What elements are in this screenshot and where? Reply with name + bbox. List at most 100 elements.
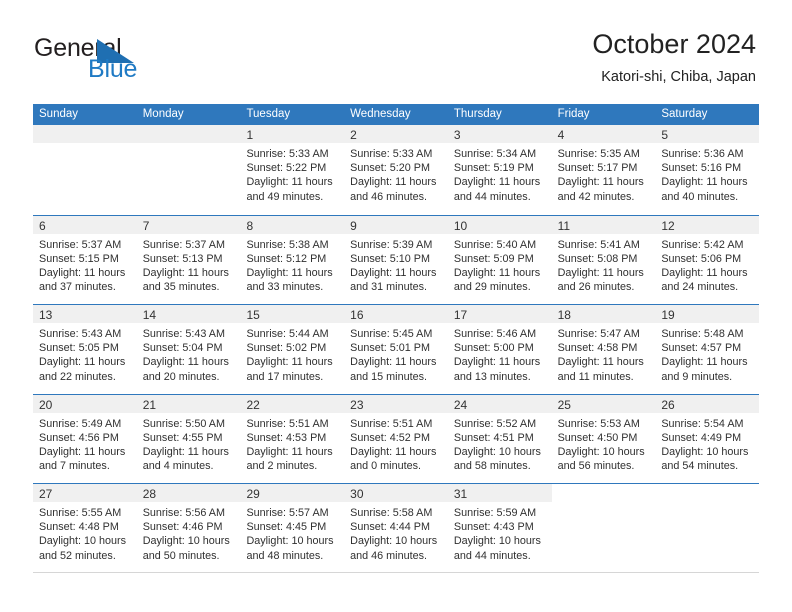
day-number-band: 4 — [551, 125, 656, 143]
sunset-text: Sunset: 4:56 PM — [39, 431, 119, 444]
day-cell[interactable]: 16 Sunrise: 5:45 AM Sunset: 5:01 PM Dayligh… — [344, 305, 448, 394]
sunset-text: Sunset: 5:02 PM — [246, 342, 327, 355]
logo-text-blue: Blue — [88, 55, 138, 83]
daylight-text: Daylight: 10 hours — [142, 535, 230, 548]
day-cell[interactable]: 2 Sunrise: 5:33 AM Sunset: 5:20 PM Daylight… — [344, 125, 448, 215]
daylight-text-cont: and 40 minutes. — [661, 190, 739, 203]
day-cell[interactable]: 24 Sunrise: 5:52 AM Sunset: 4:51 PM Dayligh… — [447, 394, 552, 483]
day-number-band: 10 — [447, 215, 552, 234]
day-cell[interactable]: 25 Sunrise: 5:53 AM Sunset: 4:50 PM Dayligh… — [551, 394, 656, 483]
sunset-text: Sunset: 4:44 PM — [350, 521, 430, 534]
title-block: October 2024 Katori-shi, Chiba, Japan — [592, 28, 756, 86]
day-cell[interactable]: 29 Sunrise: 5:57 AM Sunset: 4:45 PM Dayligh… — [240, 484, 345, 572]
day-details: Sunrise: 5:49 AM Sunset: 4:56 PM Daylight:… — [33, 413, 137, 474]
daylight-text: Daylight: 11 hours — [350, 176, 437, 189]
day-details: Sunrise: 5:58 AM Sunset: 4:44 PM Daylight:… — [344, 502, 448, 563]
day-number: 14 — [142, 308, 157, 322]
sunset-text: Sunset: 4:57 PM — [661, 342, 742, 355]
sunrise-text: Sunrise: 5:52 AM — [453, 417, 537, 430]
day-cell[interactable]: 8 Sunrise: 5:38 AM Sunset: 5:12 PM Daylight… — [240, 215, 345, 304]
daylight-text-cont: and 33 minutes. — [246, 281, 324, 294]
weekday-header-row: Sunday Monday Tuesday Wednesday Thursday… — [33, 104, 759, 125]
day-cell[interactable]: 18 Sunrise: 5:47 AM Sunset: 4:58 PM Dayligh… — [551, 305, 656, 394]
day-cell[interactable]: 1 Sunrise: 5:33 AM Sunset: 5:22 PM Daylight… — [240, 125, 345, 215]
day-cell[interactable]: 5 Sunrise: 5:36 AM Sunset: 5:16 PM Daylight… — [655, 125, 760, 215]
day-number-band: 31 — [447, 484, 552, 502]
day-number-band: 16 — [344, 305, 448, 323]
sunrise-text: Sunrise: 5:39 AM — [350, 238, 433, 251]
day-cell[interactable]: 23 Sunrise: 5:51 AM Sunset: 4:52 PM Dayligh… — [344, 394, 448, 483]
day-number-band: 22 — [240, 394, 345, 413]
day-cell[interactable]: 10 Sunrise: 5:40 AM Sunset: 5:09 PM Dayligh… — [447, 215, 552, 304]
day-number: 19 — [661, 308, 675, 322]
calendar-week-row: 1 Sunrise: 5:33 AM Sunset: 5:22 PM Daylight… — [33, 125, 760, 215]
day-cell-empty — [655, 484, 760, 572]
daylight-text: Daylight: 11 hours — [557, 266, 644, 279]
day-details: Sunrise: 5:33 AM Sunset: 5:20 PM Daylight:… — [344, 143, 448, 204]
sunset-text: Sunset: 5:22 PM — [246, 162, 327, 175]
sunset-text: Sunset: 5:19 PM — [453, 162, 534, 175]
day-cell[interactable]: 19 Sunrise: 5:48 AM Sunset: 4:57 PM Dayligh… — [655, 305, 760, 394]
day-cell[interactable]: 14 Sunrise: 5:43 AM Sunset: 5:04 PM Dayligh… — [136, 305, 241, 394]
daylight-text: Daylight: 10 hours — [453, 535, 541, 548]
daylight-text: Daylight: 11 hours — [246, 176, 333, 189]
sunrise-text: Sunrise: 5:41 AM — [557, 238, 640, 251]
day-cell[interactable]: 27 Sunrise: 5:55 AM Sunset: 4:48 PM Dayligh… — [33, 484, 137, 572]
day-number: 23 — [350, 397, 364, 412]
day-details: Sunrise: 5:59 AM Sunset: 4:43 PM Daylight:… — [448, 502, 552, 563]
day-details: Sunrise: 5:41 AM Sunset: 5:08 PM Daylight:… — [552, 234, 656, 295]
day-cell[interactable]: 26 Sunrise: 5:54 AM Sunset: 4:49 PM Dayligh… — [655, 394, 760, 483]
general-blue-logo[interactable]: General Blue — [34, 34, 204, 84]
sunrise-text: Sunrise: 5:40 AM — [453, 238, 537, 251]
day-cell[interactable]: 11 Sunrise: 5:41 AM Sunset: 5:08 PM Dayligh… — [551, 215, 656, 304]
day-cell[interactable]: 30 Sunrise: 5:58 AM Sunset: 4:44 PM Dayligh… — [344, 484, 448, 572]
calendar-week-row: 13 Sunrise: 5:43 AM Sunset: 5:05 PM Dayligh… — [33, 304, 760, 394]
daylight-text: Daylight: 11 hours — [661, 266, 748, 279]
sunset-text: Sunset: 4:51 PM — [453, 431, 534, 444]
daylight-text-cont: and 42 minutes. — [557, 190, 635, 203]
day-cell[interactable]: 28 Sunrise: 5:56 AM Sunset: 4:46 PM Dayligh… — [136, 484, 241, 572]
day-cell[interactable]: 20 Sunrise: 5:49 AM Sunset: 4:56 PM Dayligh… — [33, 394, 137, 483]
sunrise-text: Sunrise: 5:51 AM — [350, 417, 433, 430]
day-cell[interactable]: 22 Sunrise: 5:51 AM Sunset: 4:53 PM Dayligh… — [240, 394, 345, 483]
sunset-text: Sunset: 5:17 PM — [557, 162, 638, 175]
daylight-text-cont: and 9 minutes. — [661, 370, 733, 383]
day-cell[interactable]: 4 Sunrise: 5:35 AM Sunset: 5:17 PM Daylight… — [551, 125, 656, 215]
day-cell[interactable]: 17 Sunrise: 5:46 AM Sunset: 5:00 PM Dayligh… — [447, 305, 552, 394]
day-details: Sunrise: 5:36 AM Sunset: 5:16 PM Daylight:… — [655, 143, 759, 204]
sunset-text: Sunset: 4:58 PM — [557, 342, 638, 355]
day-cell[interactable]: 13 Sunrise: 5:43 AM Sunset: 5:05 PM Dayligh… — [33, 305, 137, 394]
sunset-text: Sunset: 5:08 PM — [557, 252, 638, 265]
day-number: 8 — [246, 218, 254, 233]
calendar-week-row: 20 Sunrise: 5:49 AM Sunset: 4:56 PM Dayligh… — [33, 393, 760, 483]
daylight-text-cont: and 37 minutes. — [39, 281, 116, 294]
sunrise-text: Sunrise: 5:33 AM — [246, 148, 329, 160]
day-cell[interactable]: 15 Sunrise: 5:44 AM Sunset: 5:02 PM Dayligh… — [240, 305, 345, 394]
sunset-text: Sunset: 4:50 PM — [557, 431, 638, 444]
day-cell[interactable]: 21 Sunrise: 5:50 AM Sunset: 4:55 PM Dayligh… — [136, 394, 241, 483]
day-number-band: 11 — [551, 215, 656, 234]
daylight-text: Daylight: 11 hours — [246, 356, 333, 369]
daylight-text: Daylight: 11 hours — [39, 445, 126, 458]
day-cell[interactable]: 31 Sunrise: 5:59 AM Sunset: 4:43 PM Dayligh… — [447, 484, 552, 572]
sunset-text: Sunset: 4:52 PM — [350, 431, 430, 444]
sunrise-text: Sunrise: 5:58 AM — [350, 507, 433, 519]
weekday-header-sunday: Sunday — [39, 108, 79, 120]
day-cell[interactable]: 3 Sunrise: 5:34 AM Sunset: 5:19 PM Daylight… — [447, 125, 552, 215]
day-cell[interactable]: 7 Sunrise: 5:37 AM Sunset: 5:13 PM Daylight… — [136, 215, 241, 304]
day-cell[interactable]: 6 Sunrise: 5:37 AM Sunset: 5:15 PM Daylight… — [33, 215, 137, 304]
day-number: 5 — [661, 128, 668, 142]
day-number-band: 1 — [240, 125, 345, 143]
calendar-grid: Sunday Monday Tuesday Wednesday Thursday… — [33, 104, 760, 573]
daylight-text: Daylight: 11 hours — [453, 356, 541, 369]
daylight-text-cont: and 11 minutes. — [557, 370, 634, 383]
day-details: Sunrise: 5:40 AM Sunset: 5:09 PM Daylight:… — [448, 234, 552, 295]
day-details: Sunrise: 5:50 AM Sunset: 4:55 PM Daylight:… — [137, 413, 241, 474]
daylight-text: Daylight: 11 hours — [453, 266, 541, 279]
daylight-text: Daylight: 11 hours — [142, 445, 229, 458]
sunrise-text: Sunrise: 5:43 AM — [39, 328, 122, 340]
sunrise-text: Sunrise: 5:47 AM — [557, 328, 640, 340]
day-cell[interactable]: 12 Sunrise: 5:42 AM Sunset: 5:06 PM Dayligh… — [655, 215, 760, 304]
sunset-text: Sunset: 5:04 PM — [142, 342, 223, 355]
day-cell[interactable]: 9 Sunrise: 5:39 AM Sunset: 5:10 PM Daylight… — [344, 215, 448, 304]
